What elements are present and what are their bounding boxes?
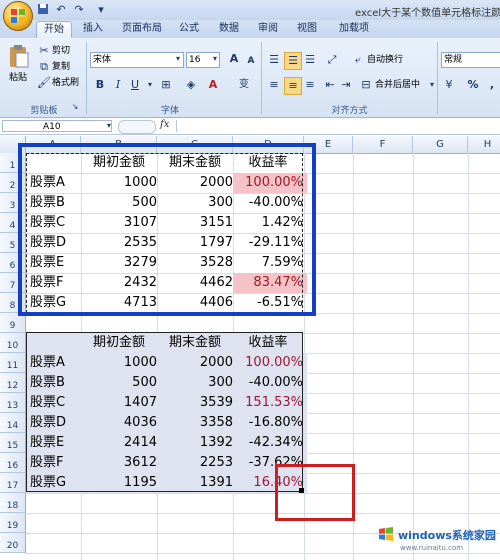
format-painter-button[interactable]: 格式刷	[52, 75, 79, 91]
clipboard-launcher-icon[interactable]: ↘	[70, 102, 80, 112]
ribbon-tab-bar	[0, 20, 500, 38]
italic-button[interactable]: I	[110, 77, 126, 93]
row-header-14[interactable]: 14	[0, 413, 26, 433]
tab-insert[interactable]: 插入	[78, 21, 108, 37]
row-header-12[interactable]: 12	[0, 373, 26, 393]
align-center-icon[interactable]: ≡	[284, 77, 302, 95]
name-box[interactable]: A10	[2, 120, 112, 132]
merge-center-icon[interactable]: ⊟	[358, 77, 374, 93]
column-header-f[interactable]: F	[353, 136, 413, 153]
tab-data[interactable]: 数据	[214, 21, 244, 37]
shrink-font-button[interactable]: A	[243, 53, 259, 69]
formula-input[interactable]	[176, 120, 499, 132]
borders-icon[interactable]: ⊞	[158, 77, 174, 93]
paste-icon[interactable]	[8, 44, 30, 68]
grid-line-vertical	[413, 153, 414, 560]
redo-icon[interactable]: ↷	[72, 3, 86, 17]
tab-review[interactable]: 审阅	[253, 21, 283, 37]
row-header-18[interactable]: 18	[0, 493, 26, 513]
grow-font-button[interactable]: A	[226, 51, 242, 67]
font-size-dropdown-icon[interactable]: ▾	[210, 52, 220, 66]
row-header-16[interactable]: 16	[0, 453, 26, 473]
windows-logo-icon	[378, 526, 394, 542]
red-highlight-box	[275, 464, 355, 521]
cut-button[interactable]: 剪切	[52, 43, 70, 59]
underline-button[interactable]: U	[127, 77, 143, 93]
cut-icon[interactable]: ✂	[36, 43, 52, 59]
grid-line-vertical	[468, 153, 469, 560]
office-button[interactable]	[3, 1, 33, 31]
align-left-icon[interactable]: ≡	[266, 77, 282, 93]
currency-icon[interactable]: ¥	[441, 77, 457, 93]
align-bottom-icon[interactable]: ☰	[302, 52, 318, 68]
function-icon[interactable]: fx	[160, 119, 169, 130]
font-group-label: 字体	[160, 106, 179, 116]
row-header-15[interactable]: 15	[0, 433, 26, 453]
number-format-field[interactable]: 常规	[441, 52, 500, 68]
align-middle-icon[interactable]: ☰	[284, 52, 302, 70]
undo-icon[interactable]: ↶	[54, 3, 68, 17]
decrease-indent-icon[interactable]: ⇤	[322, 77, 338, 93]
blue-highlight-box	[18, 143, 316, 316]
tab-page-layout[interactable]: 页面布局	[116, 21, 168, 37]
grid-line-horizontal	[25, 493, 500, 494]
table-2-border	[26, 332, 303, 492]
save-icon[interactable]	[36, 3, 50, 17]
font-color-button[interactable]: A	[205, 77, 221, 93]
row-header-10[interactable]: 10	[0, 333, 26, 353]
grid-line-horizontal	[25, 513, 500, 514]
watermark-brand: windows系统家园	[398, 529, 496, 542]
font-name-field[interactable]: 宋体	[90, 52, 184, 68]
copy-icon[interactable]: ⧉	[36, 59, 52, 75]
underline-dropdown-icon[interactable]: ▾	[142, 77, 158, 93]
column-header-g[interactable]: G	[413, 136, 468, 153]
customize-qat-icon[interactable]: ▾	[94, 3, 108, 17]
group-separator	[437, 42, 438, 114]
name-box-dropdown-icon[interactable]: ▾	[104, 119, 114, 133]
tab-home[interactable]: 开始	[36, 21, 72, 38]
wrap-text-icon[interactable]: ⤶	[350, 52, 366, 68]
phonetic-button[interactable]: 变	[236, 77, 252, 93]
comma-button[interactable]: ,	[484, 77, 500, 93]
fill-color-icon[interactable]: ◈	[183, 77, 199, 93]
formula-zoom-handle[interactable]	[118, 120, 156, 134]
window-title: excel大于某个数值单元格标注颜	[355, 8, 500, 19]
alignment-group-label: 对齐方式	[331, 106, 368, 116]
bold-button[interactable]: B	[92, 77, 108, 93]
row-header-20[interactable]: 20	[0, 533, 26, 553]
font-name-dropdown-icon[interactable]: ▾	[173, 52, 183, 66]
percent-button[interactable]: %	[465, 77, 481, 93]
tab-view[interactable]: 视图	[292, 21, 322, 37]
format-painter-icon[interactable]: 🖌	[36, 75, 52, 91]
row-header-11[interactable]: 11	[0, 353, 26, 373]
paste-button[interactable]: 粘贴	[9, 70, 27, 86]
tab-formulas[interactable]: 公式	[174, 21, 204, 37]
column-header-h[interactable]: H	[468, 136, 500, 153]
copy-button[interactable]: 复制	[52, 59, 70, 75]
grid-line-horizontal	[25, 553, 500, 554]
align-top-icon[interactable]: ☰	[266, 52, 282, 68]
row-header-9[interactable]: 9	[0, 313, 26, 333]
row-header-17[interactable]: 17	[0, 473, 26, 493]
office-logo-icon	[11, 9, 25, 23]
align-right-icon[interactable]: ≡	[302, 77, 318, 93]
watermark-url: www.ruinaitu.com	[400, 544, 464, 552]
orientation-icon[interactable]: ⤢	[324, 52, 340, 68]
increase-indent-icon[interactable]: ⇥	[338, 77, 354, 93]
tab-addins[interactable]: 加载项	[333, 21, 375, 37]
row-header-13[interactable]: 13	[0, 393, 26, 413]
row-header-19[interactable]: 19	[0, 513, 26, 533]
wrap-text-button[interactable]: 自动换行	[367, 52, 403, 68]
merge-center-button[interactable]: 合并后居中	[375, 77, 420, 93]
group-separator	[86, 42, 87, 114]
